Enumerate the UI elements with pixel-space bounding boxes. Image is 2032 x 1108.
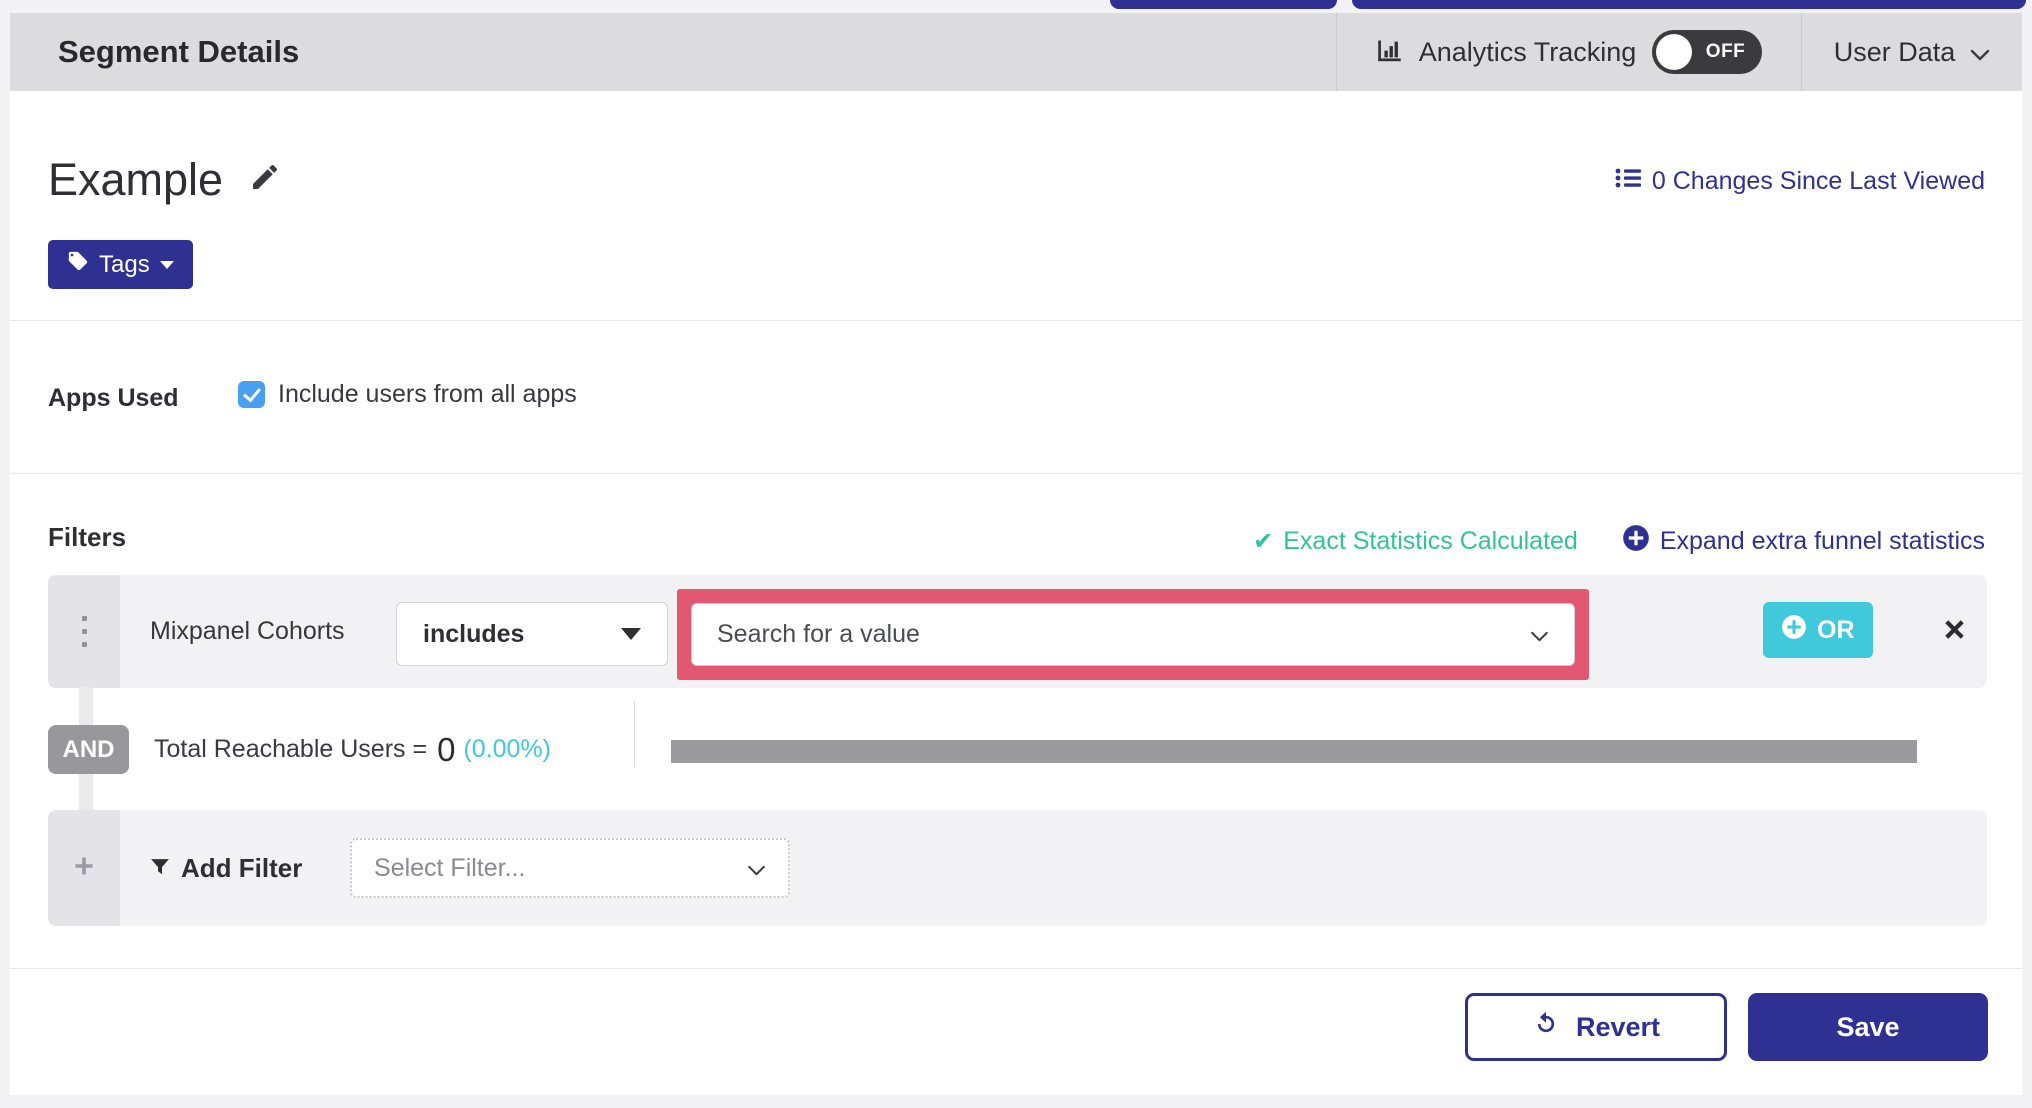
total-reachable-users: Total Reachable Users = 0 (0.00%) xyxy=(154,725,551,774)
user-data-label: User Data xyxy=(1833,36,1956,67)
include-all-apps-checkbox[interactable] xyxy=(238,381,265,408)
reachable-users-label: Total Reachable Users = xyxy=(154,735,428,763)
user-data-dropdown[interactable]: User Data xyxy=(1801,13,2022,91)
topbar: Segment Details Analytics Tracking OFF U… xyxy=(10,13,2022,91)
page-title: Segment Details xyxy=(58,34,300,69)
top-partial-button-right[interactable] xyxy=(1352,0,2026,9)
funnel-icon xyxy=(150,853,170,884)
footer-actions: Revert Save xyxy=(10,969,2022,1097)
exact-statistics-status: ✔ Exact Statistics Calculated xyxy=(1253,527,1578,556)
select-filter-dropdown[interactable]: Select Filter... xyxy=(350,838,790,898)
and-badge: AND xyxy=(48,725,129,774)
drag-handle[interactable] xyxy=(48,575,120,688)
top-partial-button-left[interactable] xyxy=(1110,0,1337,9)
tags-button-label: Tags xyxy=(99,250,150,278)
value-select-placeholder: Search for a value xyxy=(717,620,920,648)
segment-details-page: Segment Details Analytics Tracking OFF U… xyxy=(0,0,2032,1108)
or-button-label: OR xyxy=(1817,615,1855,644)
revert-button-label: Revert xyxy=(1575,1011,1661,1042)
filter-row: Mixpanel Cohorts includes Search for a v… xyxy=(48,575,1987,688)
bar-chart-icon xyxy=(1376,36,1403,68)
check-icon: ✔ xyxy=(1253,528,1274,555)
tags-button[interactable]: Tags xyxy=(48,240,193,289)
analytics-tracking-section: Analytics Tracking OFF xyxy=(1336,13,1801,91)
select-filter-placeholder: Select Filter... xyxy=(374,853,526,882)
expand-funnel-statistics-link[interactable]: Expand extra funnel statistics xyxy=(1622,524,1985,559)
vertical-divider xyxy=(634,701,635,767)
add-or-condition-button[interactable]: OR xyxy=(1763,602,1873,658)
value-search-select[interactable]: Search for a value xyxy=(691,603,1575,666)
triangle-down-icon xyxy=(621,628,641,640)
list-icon xyxy=(1615,167,1641,196)
drag-dots-icon xyxy=(81,616,87,647)
include-all-apps-label: Include users from all apps xyxy=(278,380,577,408)
revert-button[interactable]: Revert xyxy=(1465,993,1727,1061)
reachable-users-progress-bar xyxy=(671,740,1917,763)
close-x-icon xyxy=(1942,617,1967,647)
save-button-label: Save xyxy=(1836,1011,1900,1042)
add-filter-plus-button[interactable] xyxy=(48,810,120,926)
toggle-knob xyxy=(1656,34,1693,70)
filter-field-label: Mixpanel Cohorts xyxy=(150,617,345,645)
undo-icon xyxy=(1532,1010,1560,1045)
add-filter-label: Add Filter xyxy=(181,852,303,883)
highlight-annotation: Search for a value xyxy=(677,589,1589,680)
tag-icon xyxy=(67,250,89,279)
reachable-users-percent: (0.00%) xyxy=(463,735,551,763)
segment-details-panel: Segment Details Analytics Tracking OFF U… xyxy=(10,13,2022,1095)
segment-name: Example xyxy=(48,154,224,205)
filters-section: Filters ✔ Exact Statistics Calculated Ex… xyxy=(10,474,2022,969)
plus-circle-icon xyxy=(1781,614,1807,647)
expand-funnel-statistics-label: Expand extra funnel statistics xyxy=(1659,527,1985,555)
exact-statistics-label: Exact Statistics Calculated xyxy=(1283,527,1578,555)
save-button[interactable]: Save xyxy=(1748,993,1988,1061)
apps-used-section: Apps Used Include users from all apps xyxy=(10,321,2022,474)
operator-select[interactable]: includes xyxy=(396,602,668,666)
toggle-state-label: OFF xyxy=(1705,41,1746,62)
remove-filter-button[interactable] xyxy=(1928,575,1980,688)
add-filter-row: Add Filter Select Filter... xyxy=(48,810,1987,926)
chevron-down-icon xyxy=(1970,37,1990,68)
plus-circle-icon xyxy=(1622,524,1650,559)
analytics-tracking-label: Analytics Tracking xyxy=(1418,36,1637,67)
changes-link-label: 0 Changes Since Last Viewed xyxy=(1651,167,1985,195)
operator-value: includes xyxy=(423,619,525,648)
analytics-tracking-toggle[interactable]: OFF xyxy=(1652,30,1763,74)
chevron-down-icon xyxy=(1530,620,1549,649)
caret-down-icon xyxy=(159,260,174,269)
changes-since-last-viewed-link[interactable]: 0 Changes Since Last Viewed xyxy=(1615,167,1985,196)
edit-pencil-icon[interactable] xyxy=(249,161,281,198)
reachable-users-value: 0 xyxy=(437,730,456,768)
segment-name-section: Example 0 Changes Since Last Viewed Tags xyxy=(10,91,2022,321)
apps-used-label: Apps Used xyxy=(48,384,179,412)
filters-heading: Filters xyxy=(48,522,127,552)
chevron-down-icon xyxy=(747,854,766,883)
plus-icon xyxy=(74,856,94,881)
